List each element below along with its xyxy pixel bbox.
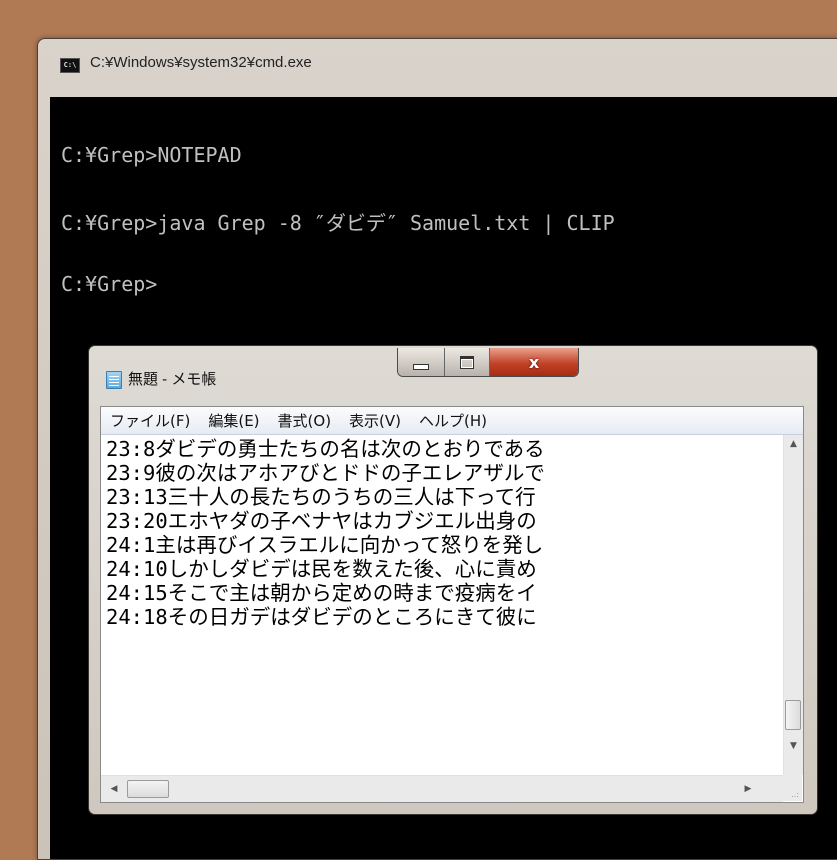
- maximize-button[interactable]: [445, 348, 490, 376]
- notepad-window-title: 無題 - メモ帳: [128, 371, 217, 388]
- menu-edit[interactable]: 編集(E): [199, 410, 268, 431]
- scroll-down-arrow-icon[interactable]: ▼: [784, 737, 803, 755]
- menu-help[interactable]: ヘルプ(H): [410, 410, 496, 431]
- scroll-right-arrow-icon[interactable]: ▶: [741, 780, 755, 798]
- menu-file[interactable]: ファイル(F): [101, 410, 199, 431]
- scroll-up-arrow-icon[interactable]: ▲: [784, 435, 803, 453]
- console-line: C:¥Grep>: [61, 272, 158, 296]
- horizontal-scrollbar[interactable]: ◀ ▶: [101, 775, 783, 802]
- notepad-icon: [106, 371, 122, 389]
- notepad-window: 無題 - メモ帳 x ファイル(F) 編集(E) 書式(O) 表示(V) ヘルプ…: [88, 345, 818, 815]
- minimize-icon: [413, 363, 429, 370]
- text-line: 24:1主は再びイスラエルに向かって怒りを発し: [106, 533, 544, 557]
- notepad-client-area: ファイル(F) 編集(E) 書式(O) 表示(V) ヘルプ(H) 23:8ダビデ…: [100, 406, 804, 803]
- text-line: 23:9彼の次はアホアびとドドの子エレアザルで: [106, 461, 545, 485]
- menu-format[interactable]: 書式(O): [269, 410, 341, 431]
- menu-view[interactable]: 表示(V): [340, 410, 410, 431]
- cmd-titlebar[interactable]: C:\ C:¥Windows¥system32¥cmd.exe: [38, 39, 837, 95]
- window-controls: x: [397, 348, 579, 377]
- vertical-scrollbar[interactable]: ▲ ▼: [783, 435, 803, 775]
- horizontal-scroll-thumb[interactable]: [127, 780, 169, 798]
- text-line: 23:20エホヤダの子ベナヤはカブジエル出身の: [106, 509, 537, 533]
- minimize-button[interactable]: [398, 348, 445, 376]
- console-line: C:¥Grep>NOTEPAD: [61, 143, 242, 167]
- text-line: 24:18その日ガデはダビデのところにきて彼に: [106, 605, 537, 629]
- text-line: 24:15そこで主は朝から定めの時まで疫病をイ: [106, 581, 537, 605]
- maximize-icon: [460, 355, 474, 369]
- cmd-icon: C:\: [60, 58, 80, 73]
- close-icon: x: [528, 352, 540, 372]
- text-line: 24:10しかしダビデは民を数えた後、心に責め: [106, 557, 537, 581]
- console-line: C:¥Grep>java Grep -8 ″ダビデ″ Samuel.txt | …: [61, 211, 615, 235]
- resize-grip-icon[interactable]: [783, 775, 802, 801]
- cmd-window-title: C:¥Windows¥system32¥cmd.exe: [90, 54, 312, 71]
- menu-bar: ファイル(F) 編集(E) 書式(O) 表示(V) ヘルプ(H): [101, 407, 803, 435]
- text-editor[interactable]: 23:8ダビデの勇士たちの名は次のとおりである 23:9彼の次はアホアびとドドの…: [101, 435, 783, 747]
- vertical-scroll-thumb[interactable]: [785, 700, 801, 730]
- text-line: 23:13三十人の長たちのうちの三人は下って行: [106, 485, 536, 509]
- scroll-left-arrow-icon[interactable]: ◀: [107, 780, 121, 798]
- text-line: 23:8ダビデの勇士たちの名は次のとおりである: [106, 437, 545, 461]
- close-button[interactable]: x: [490, 348, 578, 376]
